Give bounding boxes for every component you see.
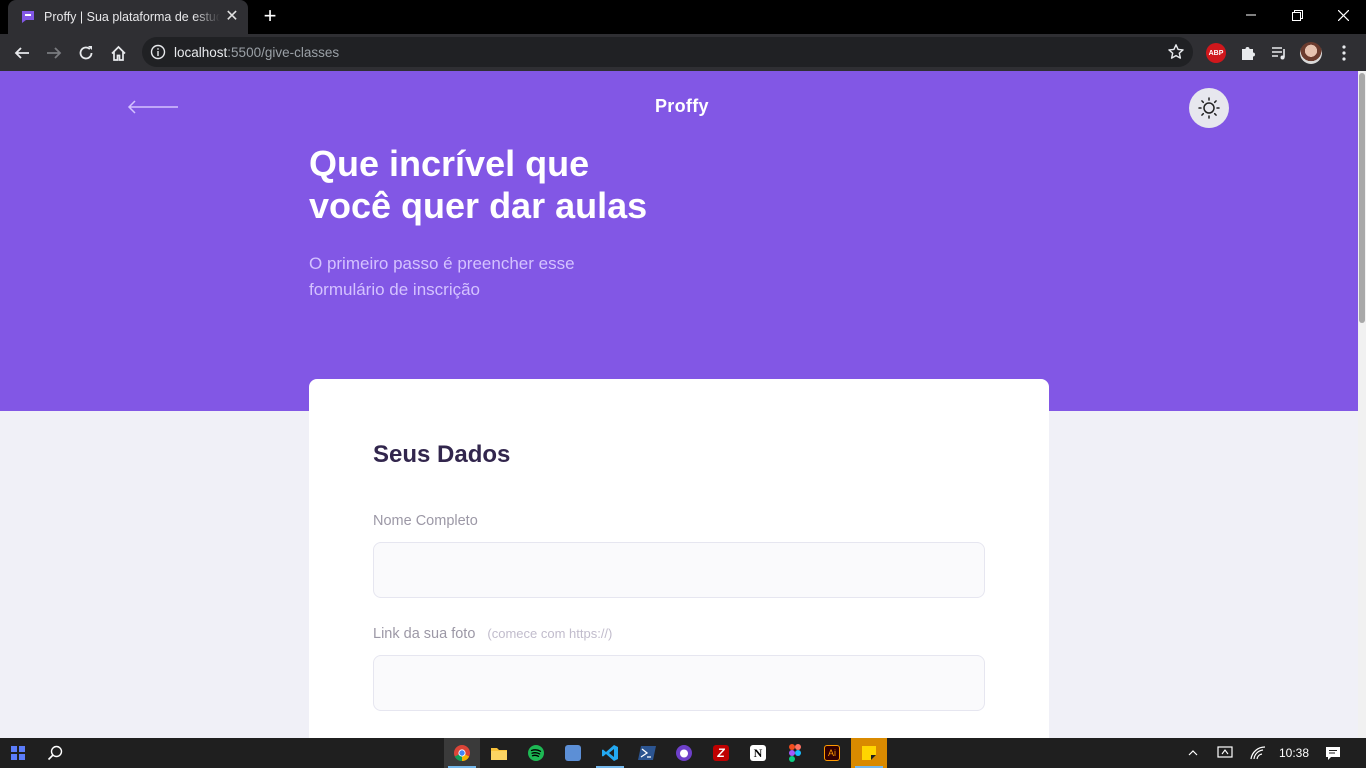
hero-header: Proffy Que incrível que você quer dar au… [0, 71, 1358, 411]
forward-icon[interactable] [41, 40, 67, 66]
page-title: Que incrível que você quer dar aulas [309, 143, 729, 227]
browser-toolbar: localhost:5500/give-classes ABP [0, 34, 1366, 71]
media-control-icon[interactable] [1268, 42, 1290, 64]
search-icon[interactable] [37, 738, 73, 768]
figma-icon[interactable] [777, 738, 813, 768]
url-host: localhost [174, 45, 228, 60]
vscode-icon[interactable] [592, 738, 628, 768]
url-text[interactable]: localhost:5500/give-classes [174, 45, 339, 60]
arrow-left-icon[interactable] [127, 99, 179, 115]
browser-menu-icon[interactable] [1333, 42, 1355, 64]
close-tab-icon[interactable]: ✕ [224, 9, 240, 25]
powershell-icon[interactable] [629, 738, 665, 768]
restore-window-icon[interactable] [1274, 0, 1320, 30]
notion-glyph: N [750, 745, 766, 761]
photo-label-text: Link da sua foto [373, 626, 476, 642]
registration-form-card: Seus Dados Nome Completo Link da sua fot… [309, 379, 1049, 738]
chevron-up-icon[interactable] [1176, 738, 1210, 768]
abp-icon[interactable]: ABP [1205, 42, 1227, 64]
notepad-icon[interactable] [555, 738, 591, 768]
notifications-icon[interactable] [1318, 738, 1348, 768]
github-desktop-icon[interactable] [666, 738, 702, 768]
browser-tab[interactable]: Proffy | Sua plataforma de estudos ✕ [8, 0, 248, 34]
chrome-icon[interactable] [444, 738, 480, 768]
home-icon[interactable] [105, 40, 131, 66]
reload-icon[interactable] [73, 40, 99, 66]
notepad-glyph [565, 745, 581, 761]
taskbar-clock[interactable]: 10:38 [1272, 746, 1316, 760]
puzzle-icon[interactable] [1237, 42, 1259, 64]
file-explorer-icon[interactable] [481, 738, 517, 768]
notion-icon[interactable]: N [740, 738, 776, 768]
minimize-window-icon[interactable] [1228, 0, 1274, 30]
wifi-icon[interactable] [1241, 738, 1275, 768]
abp-badge: ABP [1206, 43, 1226, 63]
filezilla-icon[interactable]: Z [703, 738, 739, 768]
browser-tab-bar: Proffy | Sua plataforma de estudos ✕ + [0, 0, 1366, 34]
photo-url-input[interactable] [373, 655, 985, 711]
form-section-title: Seus Dados [373, 441, 511, 468]
name-field-label: Nome Completo [373, 513, 478, 529]
avatar [1300, 42, 1322, 64]
page-title-line-2: você quer dar aulas [309, 185, 648, 226]
start-menu-icon[interactable] [0, 738, 36, 768]
photo-field-label: Link da sua foto (comece com https://) [373, 626, 612, 642]
theme-toggle-button[interactable] [1189, 88, 1229, 128]
photo-hint-text: (comece com https://) [487, 626, 613, 641]
sun-icon [1198, 97, 1220, 119]
url-path: :5500/give-classes [227, 45, 340, 60]
close-window-icon[interactable] [1320, 0, 1366, 30]
proffy-logo: Proffy [655, 96, 709, 116]
tab-title: Proffy | Sua plataforma de estudos [44, 10, 220, 24]
new-tab-button[interactable]: + [258, 5, 282, 29]
windows-taskbar: Z N Ai 10:38 [0, 738, 1366, 768]
page-subtitle: O primeiro passo é preencher esse formul… [309, 251, 629, 303]
page-subtitle-line-1: O primeiro passo é preencher esse [309, 254, 575, 273]
scrollbar-thumb[interactable] [1359, 73, 1365, 323]
profile-avatar[interactable] [1300, 42, 1322, 64]
display-icon[interactable] [1208, 738, 1242, 768]
back-icon[interactable] [9, 40, 35, 66]
proffy-favicon-icon [22, 11, 34, 23]
illustrator-icon[interactable]: Ai [814, 738, 850, 768]
site-info-icon[interactable] [150, 44, 166, 60]
full-name-input[interactable] [373, 542, 985, 598]
filezilla-glyph: Z [713, 745, 729, 761]
page-content: Proffy Que incrível que você quer dar au… [0, 71, 1358, 738]
address-bar[interactable]: localhost:5500/give-classes [142, 37, 1193, 67]
bookmark-star-icon[interactable] [1167, 43, 1185, 61]
sticky-notes-icon[interactable] [851, 738, 887, 768]
spotify-icon[interactable] [518, 738, 554, 768]
page-title-line-1: Que incrível que [309, 143, 590, 184]
page-scrollbar[interactable] [1358, 71, 1366, 738]
illustrator-glyph: Ai [824, 745, 840, 761]
page-subtitle-line-2: formulário de inscrição [309, 280, 481, 299]
